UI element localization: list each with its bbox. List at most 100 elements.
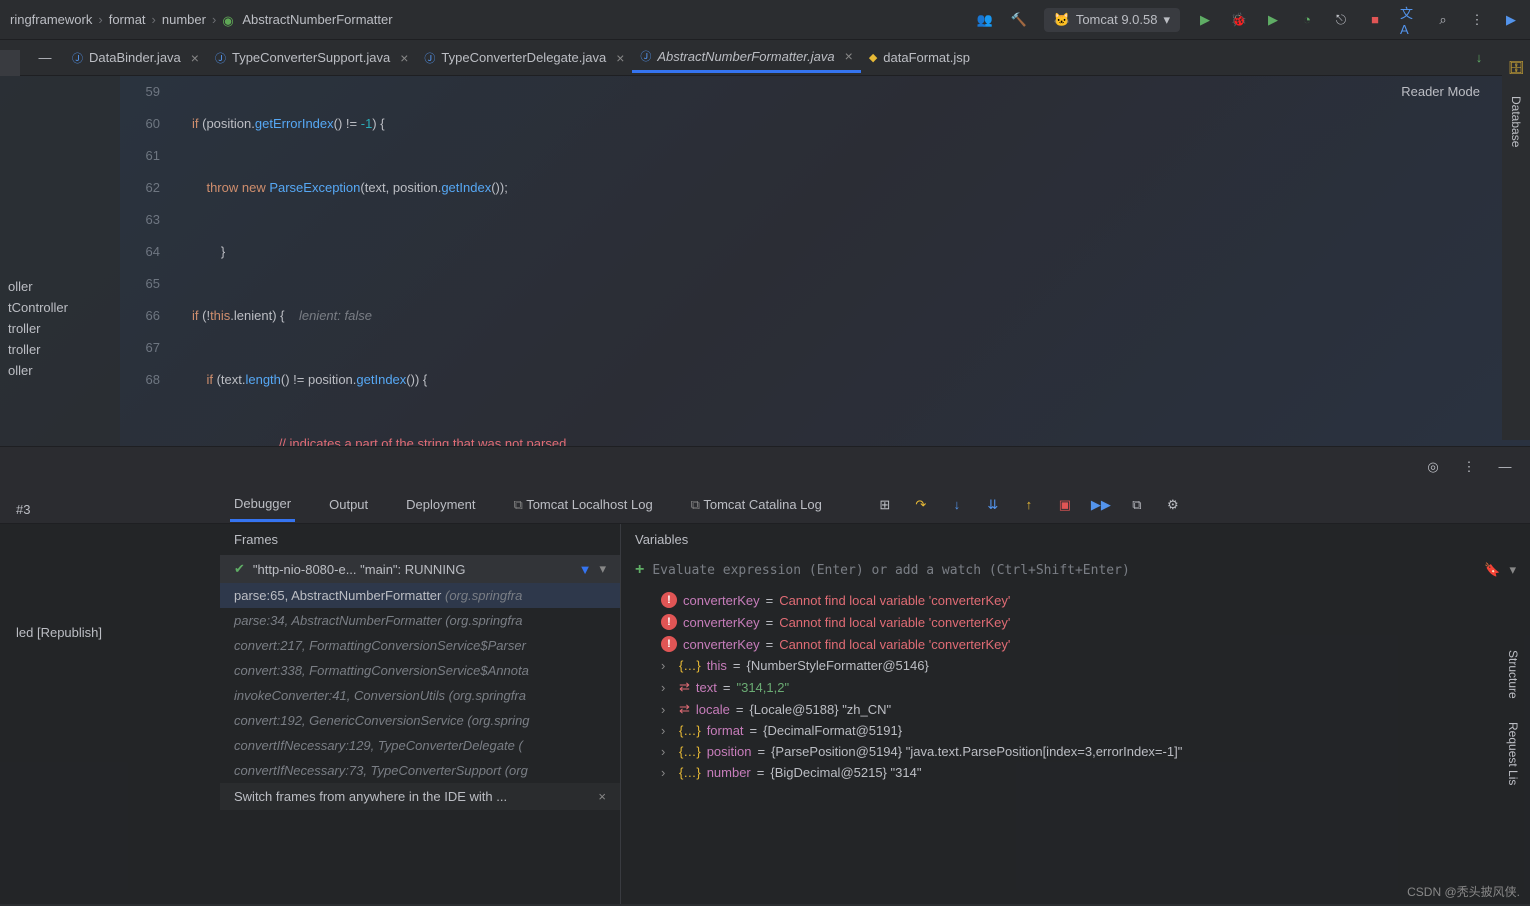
list-item[interactable]: #3 (8, 498, 212, 521)
resume-icon[interactable]: ▶▶ (1092, 496, 1110, 514)
tab-deployment[interactable]: Deployment (402, 489, 479, 520)
list-item[interactable]: troller (0, 318, 120, 339)
request-label[interactable]: Request Lis (1506, 722, 1520, 785)
frames-panel: Frames ✔ "http-nio-8080-e... "main": RUN… (220, 524, 620, 904)
run-icon[interactable]: ▶ (1196, 11, 1214, 29)
variables-list[interactable]: ! converterKey = Cannot find local varia… (621, 585, 1530, 787)
expand-icon[interactable]: › (661, 744, 673, 759)
run-toolbar: 👥 🔨 🐱 Tomcat 9.0.58 ▾ ▶ 🐞 ▶ ◔ ⎋ ■ 文A ⌕ ⋮… (976, 8, 1520, 32)
profile-icon[interactable]: ◔ (1298, 11, 1316, 29)
frame-item[interactable]: invokeConverter:41, ConversionUtils (org… (220, 683, 620, 708)
var-row[interactable]: ›{…} position = {ParsePosition@5194} "ja… (621, 741, 1530, 762)
more-icon[interactable]: ⋮ (1460, 458, 1478, 476)
var-row[interactable]: ›{…} number = {BigDecimal@5215} "314" (621, 762, 1530, 783)
expand-icon[interactable]: › (661, 765, 673, 780)
line-gutter[interactable]: 59 60 61 62 63 64 65 66 67 68 (120, 76, 168, 446)
frame-item[interactable]: convertIfNecessary:129, TypeConverterDel… (220, 733, 620, 758)
chevron-down-icon[interactable]: ▾ (599, 561, 606, 577)
step-over-icon[interactable]: ↷ (912, 496, 930, 514)
brand-icon[interactable]: ▶ (1502, 11, 1520, 29)
search-icon[interactable]: ⌕ (1434, 11, 1452, 29)
list-item[interactable]: tController (0, 297, 120, 318)
tab-typeconvertersupport[interactable]: ⒿTypeConverterSupport.java× (207, 44, 416, 72)
tab-abstractnumberformatter[interactable]: ⒿAbstractNumberFormatter.java× (632, 42, 860, 73)
build-icon[interactable]: 🔨 (1010, 11, 1028, 29)
frame-item[interactable]: parse:65, AbstractNumberFormatter (org.s… (220, 583, 620, 608)
code-with-me-icon[interactable]: 👥 (976, 11, 994, 29)
coverage-icon[interactable]: ▶ (1264, 11, 1282, 29)
more-icon[interactable]: ⋮ (1468, 11, 1486, 29)
var-row[interactable]: ›⇄ locale = {Locale@5188} "zh_CN" (621, 698, 1530, 720)
frame-list[interactable]: parse:65, AbstractNumberFormatter (org.s… (220, 583, 620, 783)
tab-debugger[interactable]: Debugger (230, 488, 295, 522)
layout-icon[interactable]: ⊞ (876, 496, 894, 514)
minimize-icon[interactable]: — (1496, 458, 1514, 476)
expand-icon[interactable]: › (661, 702, 673, 717)
structure-label[interactable]: Structure (1506, 650, 1520, 699)
var-row[interactable]: ! converterKey = Cannot find local varia… (621, 633, 1530, 655)
step-into-icon[interactable]: ↓ (948, 496, 966, 514)
breadcrumb-seg[interactable]: AbstractNumberFormatter (242, 12, 392, 27)
add-watch-icon[interactable]: + (635, 561, 644, 579)
frame-item[interactable]: convertIfNecessary:73, TypeConverterSupp… (220, 758, 620, 783)
bookmark-icon[interactable]: 🔖 (1483, 561, 1501, 579)
evaluate-row[interactable]: + Evaluate expression (Enter) or add a w… (621, 555, 1530, 585)
run-to-cursor-icon[interactable]: ▣ (1056, 496, 1074, 514)
list-item[interactable]: oller (0, 276, 120, 297)
list-item[interactable]: oller (0, 360, 120, 381)
breadcrumb-seg[interactable]: number (162, 12, 206, 27)
frame-item[interactable]: convert:192, GenericConversionService (o… (220, 708, 620, 733)
step-out-icon[interactable]: ↑ (1020, 496, 1038, 514)
settings-icon[interactable]: ⚙ (1164, 496, 1182, 514)
tab-tomcat-localhost[interactable]: ⧉ Tomcat Localhost Log (510, 489, 657, 521)
thread-selector[interactable]: ✔ "http-nio-8080-e... "main": RUNNING ▼ … (220, 555, 620, 583)
chevron-down-icon[interactable]: ▾ (1509, 562, 1516, 578)
translate-icon[interactable]: 文A (1400, 11, 1418, 29)
fold-gutter[interactable] (168, 76, 192, 446)
var-row[interactable]: ! converterKey = Cannot find local varia… (621, 589, 1530, 611)
tab-output[interactable]: Output (325, 489, 372, 520)
force-step-icon[interactable]: ⇊ (984, 496, 1002, 514)
stop-icon[interactable]: ■ (1366, 11, 1384, 29)
list-item[interactable]: troller (0, 339, 120, 360)
expand-icon[interactable]: › (661, 658, 673, 673)
database-label[interactable]: Database (1509, 96, 1523, 147)
breadcrumb-seg[interactable]: format (109, 12, 146, 27)
frame-item[interactable]: convert:217, FormattingConversionService… (220, 633, 620, 658)
tab-dataformat[interactable]: ◆dataFormat.jsp (861, 44, 978, 71)
attach-icon[interactable]: ⎋ (1332, 11, 1350, 29)
evaluate-input[interactable]: Evaluate expression (Enter) or add a wat… (652, 563, 1475, 578)
close-icon[interactable]: × (400, 50, 408, 66)
reader-mode-label[interactable]: Reader Mode (1401, 84, 1480, 99)
var-row[interactable]: ›⇄ text = "314,1,2" (621, 676, 1530, 698)
tab-typeconverterdelegate[interactable]: ⒿTypeConverterDelegate.java× (416, 44, 632, 72)
thread-label: "http-nio-8080-e... "main": RUNNING (253, 562, 466, 577)
close-icon[interactable]: × (616, 50, 624, 66)
var-row[interactable]: ! converterKey = Cannot find local varia… (621, 611, 1530, 633)
code-area[interactable]: if (position.getErrorIndex() != -1) { th… (192, 76, 1530, 446)
target-icon[interactable]: ◎ (1424, 458, 1442, 476)
list-item[interactable]: led [Republish] (8, 621, 212, 644)
frame-item[interactable]: parse:34, AbstractNumberFormatter (org.s… (220, 608, 620, 633)
error-icon: ! (661, 636, 677, 652)
run-config-dropdown[interactable]: 🐱 Tomcat 9.0.58 ▾ (1044, 8, 1180, 32)
breadcrumb[interactable]: ringframework› format› number› ◉ Abstrac… (10, 12, 393, 27)
var-row[interactable]: ›{…} format = {DecimalFormat@5191} (621, 720, 1530, 741)
frame-item[interactable]: convert:338, FormattingConversionService… (220, 658, 620, 683)
debug-icon[interactable]: 🐞 (1230, 11, 1248, 29)
filter-icon[interactable]: ▼ (579, 562, 592, 577)
tab-tomcat-catalina[interactable]: ⧉ Tomcat Catalina Log (687, 489, 826, 521)
tab-databinder[interactable]: ⒿDataBinder.java× (64, 44, 207, 72)
evaluate-icon[interactable]: ⧉ (1128, 496, 1146, 514)
run-config-label: Tomcat 9.0.58 (1076, 12, 1158, 27)
breadcrumb-seg[interactable]: ringframework (10, 12, 92, 27)
database-icon[interactable]: 🗄 (1508, 60, 1525, 76)
close-icon[interactable]: × (191, 50, 199, 66)
var-row[interactable]: ›{…} this = {NumberStyleFormatter@5146} (621, 655, 1530, 676)
download-icon[interactable]: ↓ (1470, 49, 1488, 67)
close-icon[interactable]: × (598, 789, 606, 804)
close-icon[interactable]: × (845, 48, 853, 64)
minimize-icon[interactable]: — (36, 49, 54, 67)
expand-icon[interactable]: › (661, 680, 673, 695)
expand-icon[interactable]: › (661, 723, 673, 738)
